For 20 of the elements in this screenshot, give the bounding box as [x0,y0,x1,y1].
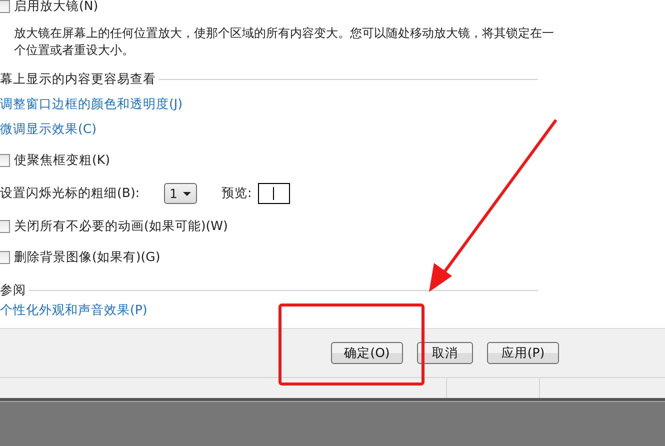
settings-link[interactable]: 微调显示效果(C) [0,121,96,138]
dialog-button[interactable]: 应用(P) [487,342,559,364]
preview-label: 预览: [222,185,252,202]
section-heading: 幕上显示的内容更容易查看 [0,71,156,88]
cursor-width-label: 设置闪烁光标的粗细(B): [0,185,140,202]
checkbox[interactable] [0,220,10,233]
checkbox[interactable] [0,251,10,264]
checkbox-label: 使聚焦框变粗(K) [14,152,110,169]
description-text: 放大镜在屏幕上的任何位置放大，使那个区域的所有内容变大。您可以随处移动放大镜，将其锁定在一个位置或者重设大小。 [14,25,555,59]
checkbox[interactable] [0,0,10,13]
dialog-button[interactable]: 取消 [417,342,473,364]
settings-link[interactable]: 调整窗口边框的颜色和透明度(J) [0,96,182,113]
checkbox-label: 关闭所有不必要的动画(如果可能)(W) [14,218,228,235]
settings-link[interactable]: 个性化外观和声音效果(P) [0,302,148,319]
checkbox-label: 删除背景图像(如果有)(G) [14,249,160,266]
section-heading: 参阅 [0,282,26,299]
cursor-width-dropdown[interactable]: 1 [164,183,197,204]
cursor-preview-box [258,183,290,204]
dialog-button[interactable]: 确定(O) [331,342,403,364]
checkbox[interactable] [0,154,10,167]
